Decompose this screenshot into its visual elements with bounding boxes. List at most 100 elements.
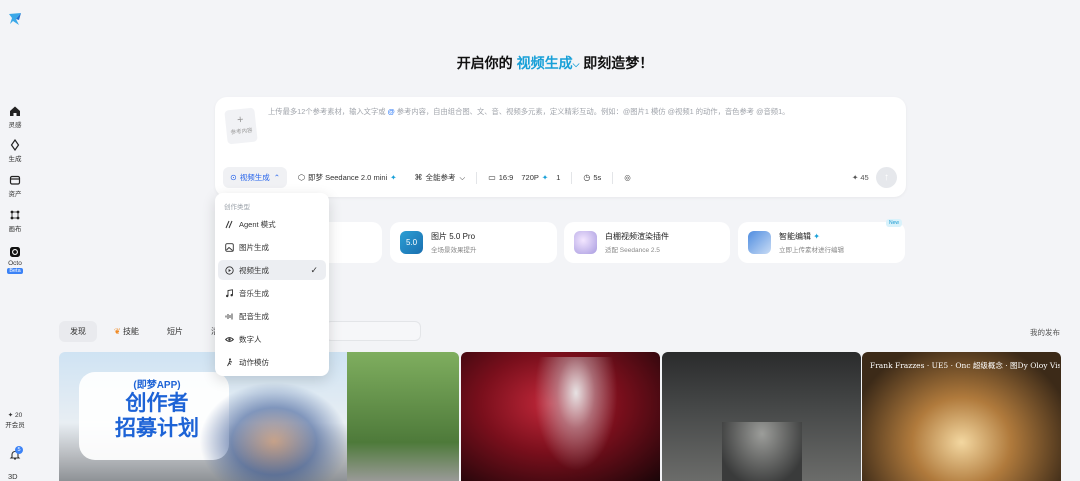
- flower-icon: [574, 231, 597, 254]
- sidebar-item-inspiration[interactable]: 灵感: [0, 105, 30, 129]
- tile-trees: [347, 352, 459, 481]
- notification-badge: 5: [15, 446, 23, 454]
- sidebar-item-generate[interactable]: 生成: [0, 139, 30, 163]
- upload-reference-label: 参考内容: [230, 127, 253, 137]
- edit-icon: [748, 231, 771, 254]
- sidebar-item-octo[interactable]: Octo Beta: [0, 246, 30, 274]
- divider: [571, 171, 573, 184]
- format-selector[interactable]: ▭ 16:9 720P ✦ 1: [481, 167, 568, 188]
- credit-cost: ✦ 45: [852, 173, 869, 182]
- video-icon: [225, 265, 234, 275]
- tool-subtitle: 适配 Seedance 2.5: [605, 247, 660, 254]
- reference-selector[interactable]: ⌘ 全能参考 ⌵: [407, 167, 473, 188]
- menu-item-label: 配音生成: [239, 311, 269, 321]
- motion-icon: [227, 357, 233, 366]
- check-icon: ✓: [310, 265, 318, 275]
- spark-icon: ✦: [390, 173, 397, 182]
- image-pro-icon: 5.0: [400, 231, 423, 254]
- model-selector[interactable]: ⬡ 即梦 Seedance 2.0 mini ✦: [291, 167, 404, 188]
- tab-skills[interactable]: ❦ 技能: [103, 321, 150, 342]
- feed-search-input[interactable]: [325, 321, 421, 341]
- tool-card-smart-edit[interactable]: 智能编辑 ✦ 立即上传素材进行编辑 New: [738, 219, 905, 263]
- divider: [612, 171, 614, 184]
- fire-icon: ❦: [114, 326, 121, 336]
- chevron-down-icon: ⌵: [572, 58, 580, 69]
- tile-figure: [531, 357, 621, 477]
- menu-item-voice[interactable]: 配音生成: [218, 306, 326, 326]
- image-icon: [225, 242, 234, 252]
- target-icon: ◎: [624, 173, 631, 182]
- headline-suffix: 即刻造梦！: [583, 55, 654, 71]
- cube-icon: ⬡: [298, 173, 305, 182]
- menu-item-digital-human[interactable]: 数字人: [218, 329, 326, 349]
- app-logo[interactable]: [7, 11, 23, 27]
- spark-icon: ✦: [813, 232, 820, 241]
- spark-icon: ✦: [7, 412, 14, 419]
- aspect-ratio-icon: ▭: [488, 173, 496, 182]
- menu-item-motion[interactable]: 动作模仿: [218, 352, 326, 372]
- tool-card-image-pro[interactable]: 5.0 图片 5.0 Pro 全场景效果提升: [390, 222, 557, 263]
- tool-subtitle: 全场景效果提升: [431, 247, 477, 254]
- send-button[interactable]: ↑: [876, 167, 897, 188]
- ratio-label: 16:9: [498, 173, 514, 182]
- arrow-up-icon: ↑: [884, 172, 889, 183]
- agent-icon: [225, 220, 233, 228]
- resolution-label: 720P: [521, 173, 539, 182]
- mode-dropdown[interactable]: ⊙ 视频生成 ⌃: [223, 167, 287, 188]
- credit-cost-value: 45: [860, 173, 869, 182]
- voice-icon: [225, 313, 233, 319]
- menu-item-image[interactable]: 图片生成: [218, 237, 326, 257]
- gallery-tile[interactable]: [662, 352, 861, 481]
- settings-button[interactable]: ◎: [617, 167, 638, 188]
- upload-reference-button[interactable]: + 参考内容: [224, 107, 258, 145]
- prompt-input[interactable]: 上传最多12个参考素材，输入文字或 @ 参考内容，自由组合图、文、音、视频多元素，定…: [268, 107, 789, 117]
- mode-menu: 创作类型 Agent 模式 图片生成 视频生成 ✓ 音乐生成 配音生成 数字人 …: [215, 193, 329, 376]
- gallery-tile[interactable]: Frank Frazzes · UE5 · Onc 超级概念 · 图Dy Olo…: [862, 352, 1061, 481]
- video-icon: ⊙: [230, 173, 237, 182]
- duration-selector[interactable]: ◷ 5s: [576, 167, 609, 188]
- prompt-placeholder-part1: 上传最多12个参考素材，输入文字或: [268, 107, 386, 116]
- composer-toolbar: ⊙ 视频生成 ⌃ ⬡ 即梦 Seedance 2.0 mini ✦ ⌘ 全能参考…: [223, 167, 638, 188]
- mode-label: 视频生成: [239, 173, 270, 182]
- sidebar-item-assets[interactable]: 资产: [0, 174, 30, 198]
- model-label: 即梦 Seedance 2.0 mini: [307, 173, 388, 182]
- folder-icon: [9, 175, 21, 185]
- tile-caption: Frank Frazzes · UE5 · Onc 超级概念 · 图Dy Olo…: [870, 361, 1060, 370]
- tab-discover[interactable]: 发现: [59, 320, 97, 342]
- prompt-composer: + 参考内容 上传最多12个参考素材，输入文字或 @ 参考内容，自由组合图、文、音、…: [215, 97, 906, 197]
- sidebar-item-label: Octo: [8, 260, 22, 267]
- canvas-icon: [10, 210, 20, 220]
- new-badge: New: [885, 219, 902, 227]
- music-icon: [226, 288, 233, 297]
- sidebar-item-3d[interactable]: 3D: [8, 472, 18, 481]
- feed-tabs: 发现 ❦ 技能 短片 活: [59, 320, 236, 342]
- headline-mode-selector[interactable]: 视频生成⌵: [517, 55, 580, 71]
- menu-item-label: 音乐生成: [239, 288, 269, 298]
- clock-icon: ◷: [583, 173, 591, 182]
- tool-title: 智能编辑 ✦: [779, 232, 820, 241]
- menu-item-label: 数字人: [239, 334, 262, 344]
- menu-item-agent[interactable]: Agent 模式: [218, 214, 326, 234]
- divider: [476, 171, 478, 184]
- credit-count: 20: [15, 412, 23, 419]
- my-posts-link[interactable]: 我的发布: [1030, 327, 1060, 338]
- sparkle-icon: [10, 139, 20, 151]
- tool-card-render-plugin[interactable]: 白棚视频渲染插件 适配 Seedance 2.5: [564, 222, 730, 263]
- sidebar-item-canvas[interactable]: 画布: [0, 209, 30, 233]
- menu-item-video[interactable]: 视频生成 ✓: [218, 260, 326, 280]
- eye-icon: [225, 336, 234, 342]
- tab-shorts[interactable]: 短片: [156, 321, 194, 342]
- menu-item-music[interactable]: 音乐生成: [218, 283, 326, 303]
- tile-corridor: [722, 422, 802, 481]
- menu-item-label: 视频生成: [239, 265, 269, 275]
- tool-title: 图片 5.0 Pro: [431, 232, 476, 241]
- headline-prefix: 开启你的: [456, 55, 513, 71]
- gallery-tile[interactable]: [461, 352, 660, 481]
- sidebar-item-label: 画布: [8, 226, 22, 233]
- sidebar-item-label: 灵感: [8, 122, 22, 129]
- membership-button[interactable]: ✦ 20 开会员: [0, 411, 30, 429]
- tool-subtitle: 立即上传素材进行编辑: [779, 247, 844, 254]
- reference-label: 全能参考: [425, 173, 456, 182]
- menu-item-label: Agent 模式: [239, 219, 276, 229]
- spark-icon: ✦: [852, 173, 859, 182]
